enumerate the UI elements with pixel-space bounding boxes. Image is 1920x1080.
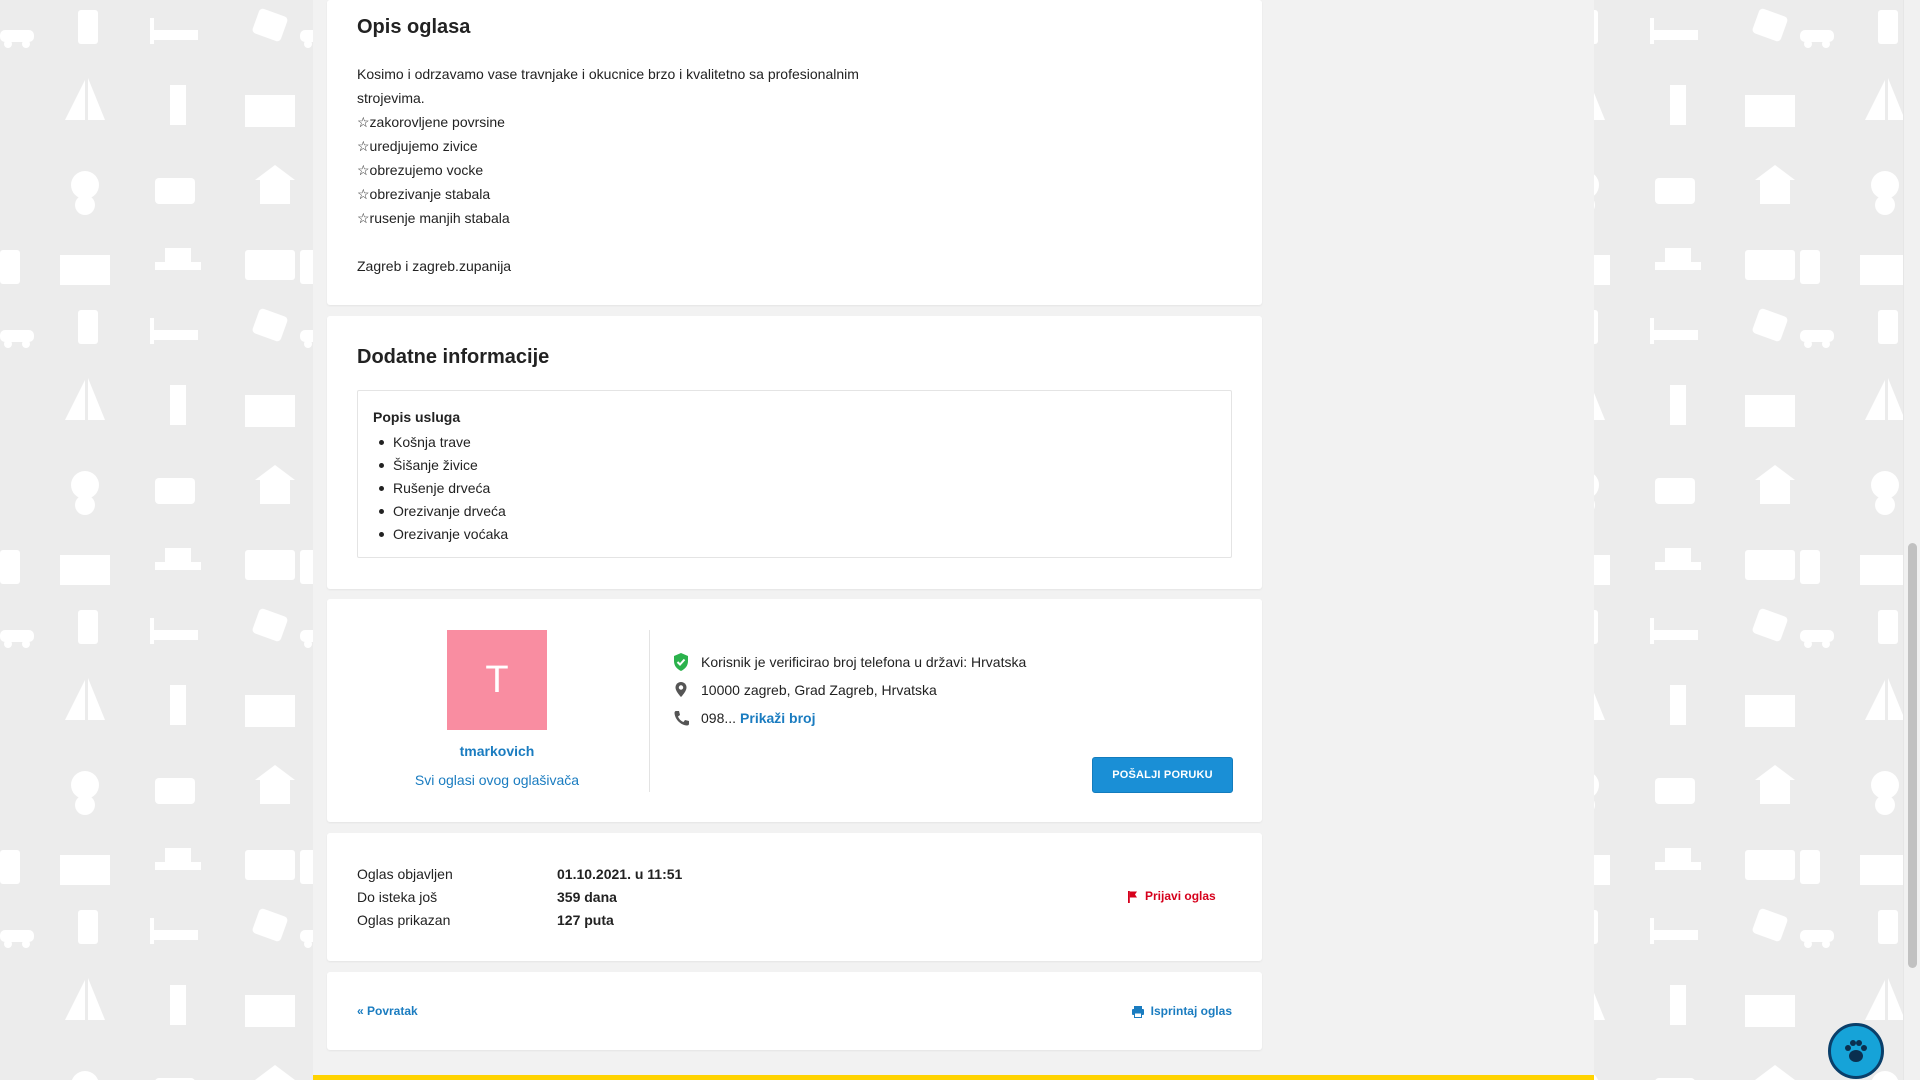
- services-box: Popis usluga Košnja trave Šišanje živice…: [357, 390, 1232, 558]
- published-label: Oglas objavljen: [357, 866, 453, 882]
- show-number-link[interactable]: Prikaži broj: [740, 710, 815, 726]
- verified-text: Korisnik je verificirao broj telefona u …: [701, 654, 1027, 670]
- page-content: Opis oglasa Kosimo i odrzavamo vase trav…: [313, 0, 1594, 1080]
- description-line: ☆obrezivanje stabala: [357, 186, 491, 202]
- ad-meta-card: Oglas objavljen 01.10.2021. u 11:51 Do is…: [327, 833, 1262, 961]
- services-list: Košnja trave Šišanje živice Rušenje drve…: [378, 431, 508, 546]
- phone-row: 098... Prikaži broj: [672, 708, 816, 728]
- report-ad-link[interactable]: Prijavi oglas: [1127, 889, 1216, 903]
- location-pin-icon: [672, 680, 692, 700]
- chat-paw-button[interactable]: [1828, 1023, 1884, 1079]
- phone-icon: [672, 708, 692, 728]
- description-line: Kosimo i odrzavamo vase travnjake i okuc…: [357, 66, 859, 82]
- expires-label: Do isteka još: [357, 889, 438, 905]
- scrollbar-thumb[interactable]: [1908, 543, 1917, 968]
- additional-info-card: Dodatne informacije Popis usluga Košnja …: [327, 316, 1262, 589]
- send-message-button[interactable]: POŠALJI PORUKU: [1092, 757, 1233, 793]
- paw-icon: [1845, 1040, 1867, 1062]
- published-row: Oglas objavljen 01.10.2021. u 11:51: [357, 866, 682, 882]
- print-ad-link[interactable]: Isprintaj oglas: [1131, 1004, 1232, 1018]
- description-text: Kosimo i odrzavamo vase travnjake i okuc…: [357, 62, 877, 278]
- location-row: 10000 zagreb, Grad Zagreb, Hrvatska: [672, 680, 937, 700]
- back-link[interactable]: « Povratak: [357, 1004, 418, 1018]
- views-label: Oglas prikazan: [357, 912, 451, 928]
- views-value: 127 puta: [557, 912, 614, 928]
- description-line: ☆zakorovljene povrsine: [357, 114, 505, 130]
- service-item: Orezivanje voćaka: [378, 523, 508, 546]
- divider: [649, 630, 650, 792]
- description-line: [357, 230, 877, 254]
- ad-nav-card: « Povratak Isprintaj oglas: [327, 972, 1262, 1050]
- description-title: Opis oglasa: [357, 16, 471, 38]
- footer-yellow-bar: [313, 1075, 1594, 1080]
- additional-info-title: Dodatne informacije: [357, 346, 550, 368]
- description-card: Opis oglasa Kosimo i odrzavamo vase trav…: [327, 0, 1262, 305]
- description-line: Zagreb i zagreb.zupanija: [357, 258, 512, 274]
- scrollbar[interactable]: [1903, 0, 1920, 1080]
- report-label: Prijavi oglas: [1145, 889, 1216, 903]
- views-row: Oglas prikazan 127 puta: [357, 912, 614, 928]
- verified-row: Korisnik je verificirao broj telefona u …: [672, 652, 1026, 672]
- flag-icon: [1128, 890, 1137, 903]
- expires-value: 359 dana: [557, 889, 617, 905]
- printer-icon: [1131, 1005, 1144, 1018]
- print-label: Isprintaj oglas: [1150, 1004, 1232, 1018]
- phone-prefix: 098...: [701, 710, 737, 726]
- seller-name-link[interactable]: tmarkovich: [327, 743, 667, 759]
- verified-shield-icon: [672, 652, 692, 672]
- service-item: Šišanje živice: [378, 454, 508, 477]
- service-item: Orezivanje drveća: [378, 500, 508, 523]
- service-item: Košnja trave: [378, 431, 508, 454]
- seller-card: T tmarkovich Svi oglasi ovog oglašivača …: [327, 599, 1262, 822]
- description-line: strojevima.: [357, 90, 425, 106]
- description-line: ☆rusenje manjih stabala: [357, 210, 510, 226]
- location-text: 10000 zagreb, Grad Zagreb, Hrvatska: [701, 682, 937, 698]
- published-value: 01.10.2021. u 11:51: [557, 866, 683, 882]
- expires-row: Do isteka još 359 dana: [357, 889, 617, 905]
- seller-all-ads-link[interactable]: Svi oglasi ovog oglašivača: [327, 772, 667, 788]
- avatar[interactable]: T: [447, 630, 547, 730]
- services-title: Popis usluga: [373, 409, 461, 425]
- description-line: ☆uredjujemo zivice: [357, 138, 478, 154]
- service-item: Rušenje drveća: [378, 477, 508, 500]
- description-line: ☆obrezujemo vocke: [357, 162, 484, 178]
